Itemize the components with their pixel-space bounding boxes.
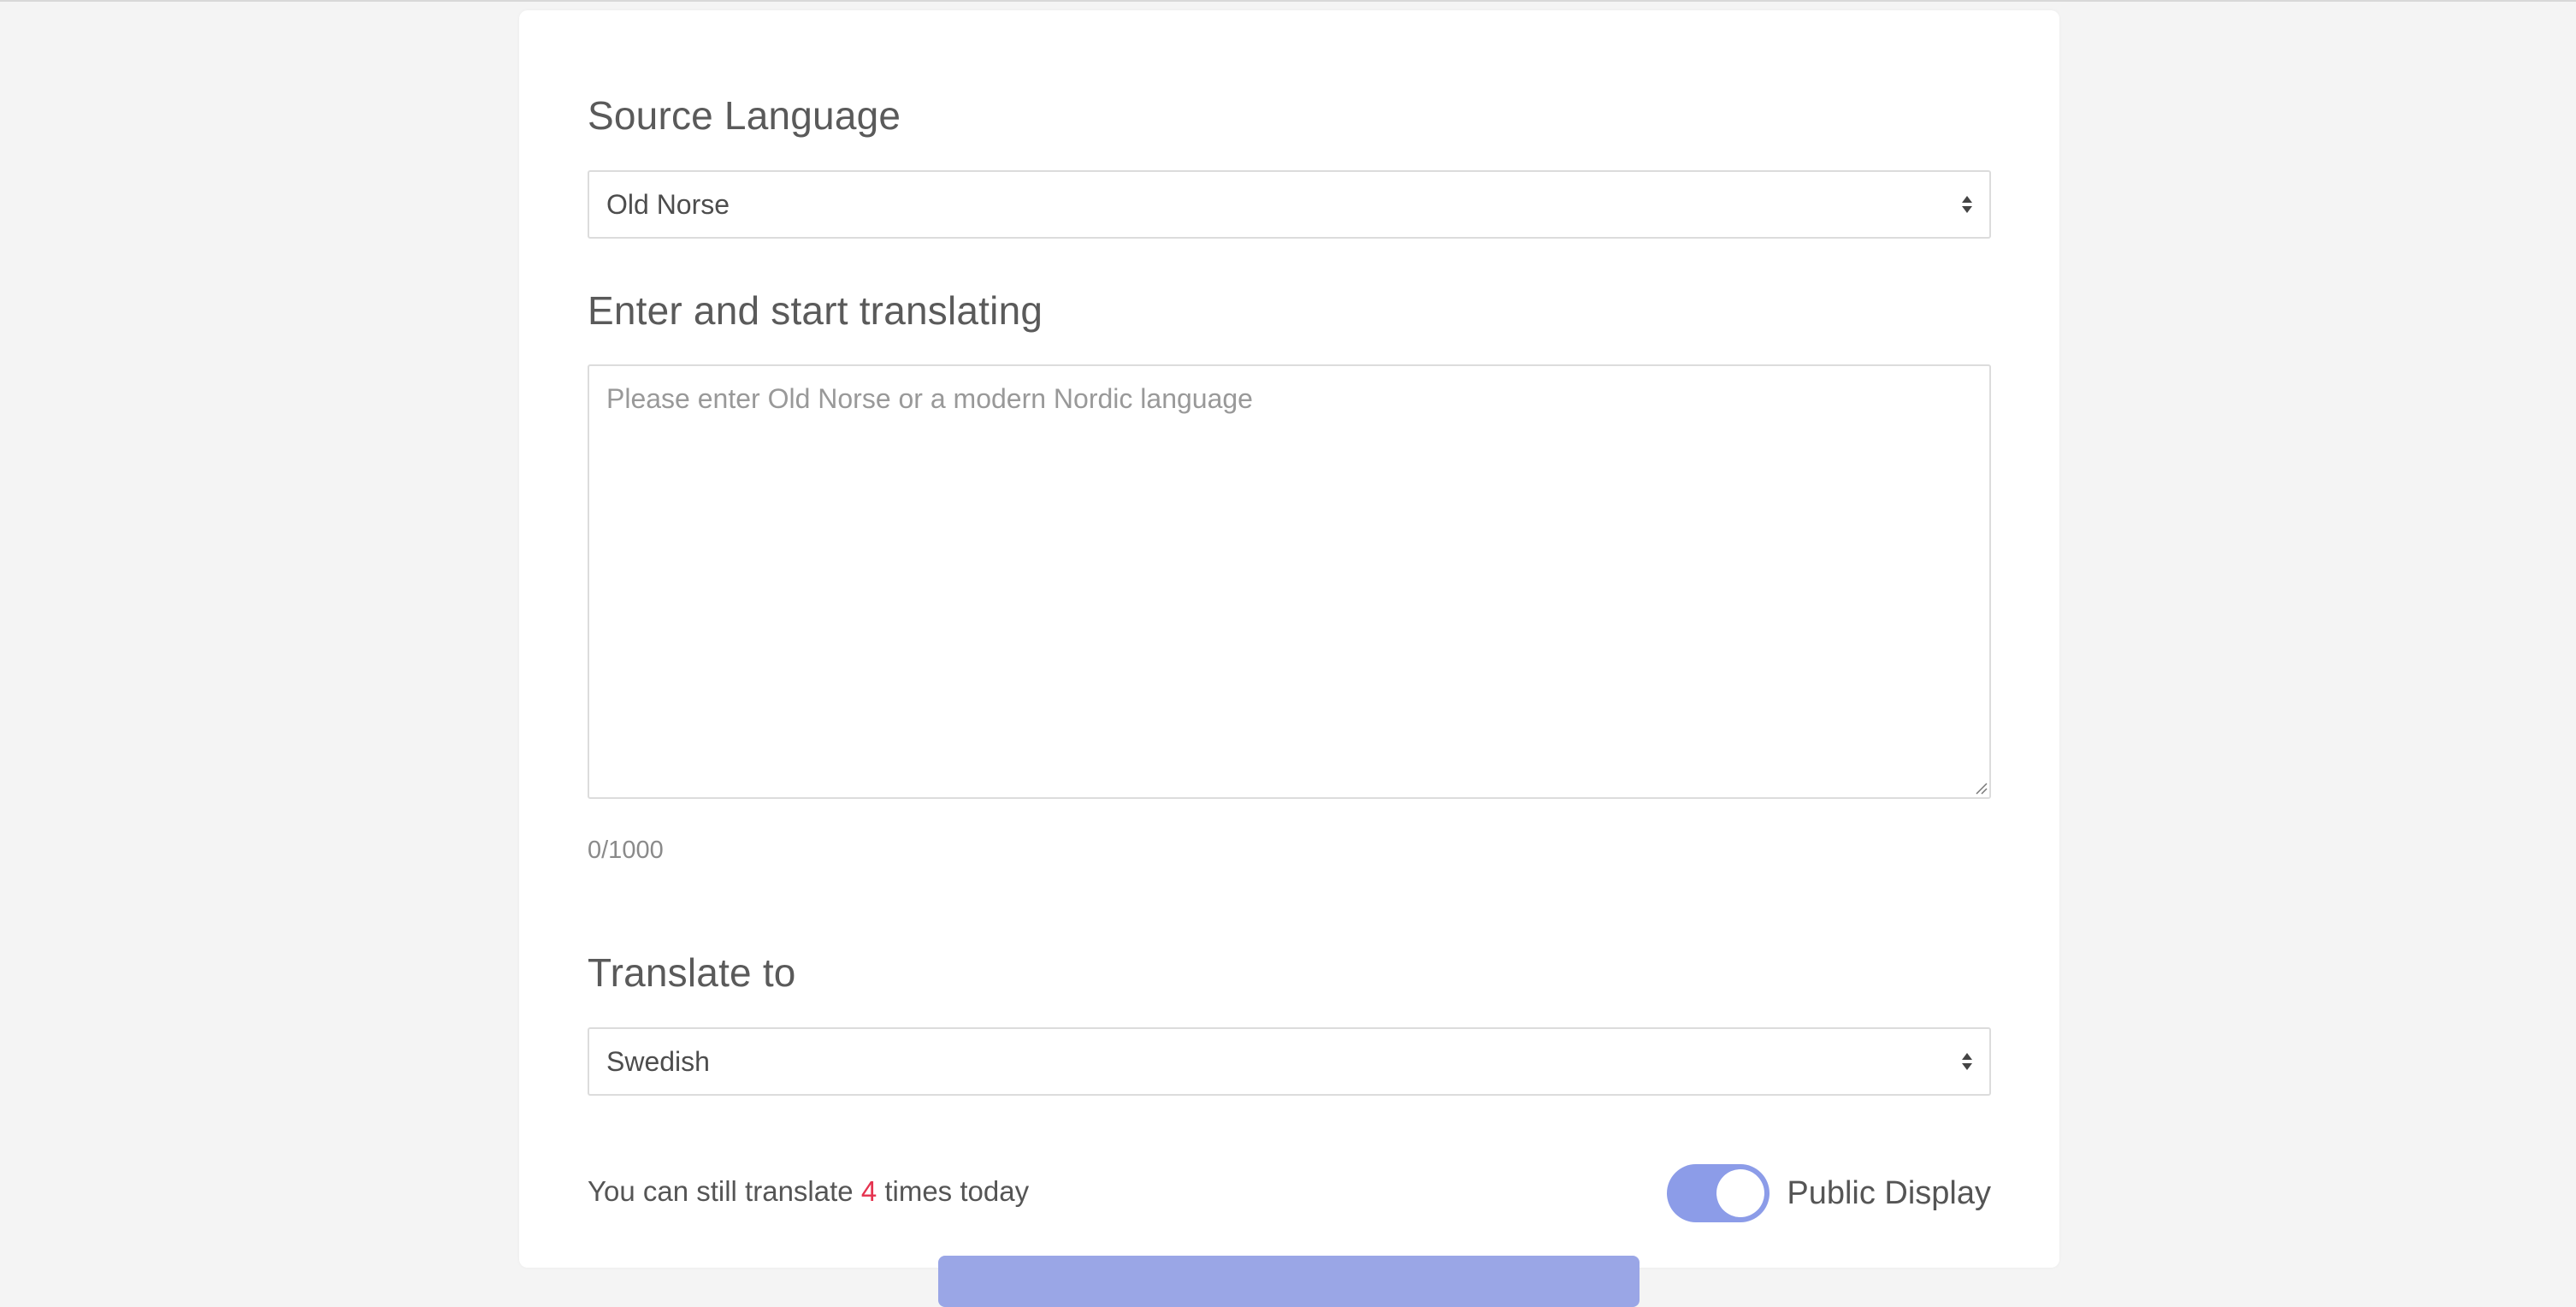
source-text-input[interactable] — [588, 364, 1991, 799]
updown-arrows-icon — [1962, 1053, 1972, 1070]
public-display-label: Public Display — [1787, 1174, 1991, 1211]
window-top-border — [0, 0, 2576, 2]
target-language-value: Swedish — [606, 1045, 710, 1077]
character-counter: 0/1000 — [588, 837, 664, 864]
translate-button[interactable] — [938, 1256, 1640, 1307]
source-language-select[interactable]: Old Norse — [588, 170, 1991, 239]
public-display-toggle[interactable] — [1667, 1164, 1770, 1222]
resize-grip-icon[interactable] — [1973, 780, 1988, 795]
target-language-heading: Translate to — [588, 950, 796, 995]
updown-arrows-icon — [1962, 196, 1972, 213]
remaining-quota-text: You can still translate 4 times today — [588, 1175, 1029, 1208]
quota-count: 4 — [860, 1175, 877, 1207]
toggle-knob — [1716, 1169, 1765, 1217]
translate-form-card: Source Language Old Norse Enter and star… — [519, 10, 2059, 1307]
source-language-heading: Source Language — [588, 93, 901, 138]
target-language-select[interactable]: Swedish — [588, 1027, 1991, 1096]
quota-prefix: You can still translate — [588, 1175, 861, 1207]
quota-suffix: times today — [877, 1175, 1030, 1207]
input-heading: Enter and start translating — [588, 288, 1043, 333]
source-language-value: Old Norse — [606, 188, 730, 220]
public-display-control: Public Display — [1667, 1163, 1991, 1223]
